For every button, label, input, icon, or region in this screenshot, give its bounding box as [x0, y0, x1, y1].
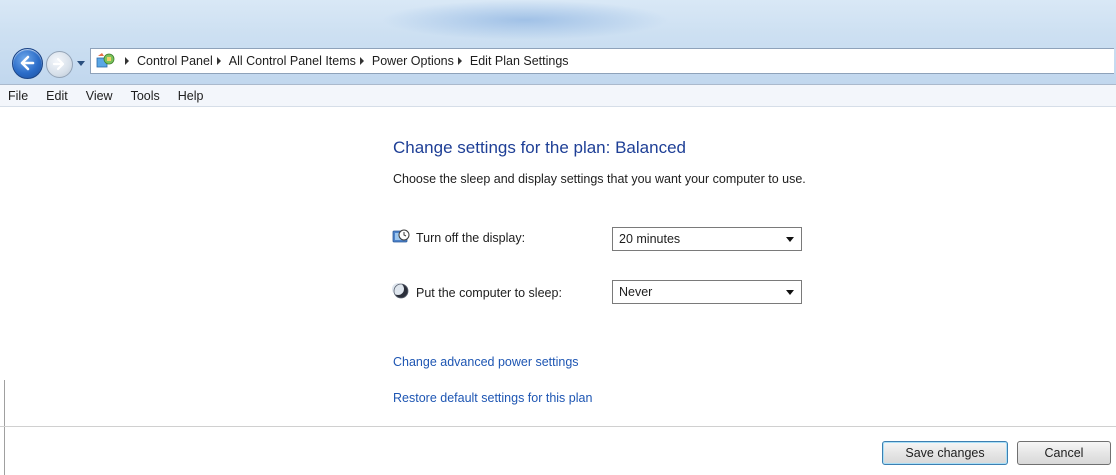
forward-arrow-icon	[52, 57, 65, 71]
page-title: Change settings for the plan: Balanced	[393, 138, 686, 157]
save-changes-button[interactable]: Save changes	[882, 441, 1008, 465]
breadcrumb-item[interactable]: Control Panel	[121, 54, 213, 68]
display-label: Turn off the display:	[416, 231, 526, 245]
sleep-label: Put the computer to sleep:	[416, 286, 562, 300]
breadcrumb-item[interactable]: Edit Plan Settings	[454, 54, 569, 68]
display-timeout-value: 20 minutes	[619, 232, 681, 246]
menu-view[interactable]: View	[78, 89, 123, 103]
forward-button[interactable]	[46, 51, 73, 78]
recent-pages-dropdown-icon[interactable]	[76, 58, 86, 68]
menu-tools[interactable]: Tools	[123, 89, 170, 103]
menu-edit[interactable]: Edit	[38, 89, 78, 103]
menu-help[interactable]: Help	[170, 89, 214, 103]
control-panel-icon	[96, 53, 115, 68]
chevron-down-icon	[786, 290, 794, 295]
breadcrumb-arrow-icon[interactable]	[457, 57, 462, 65]
address-bar[interactable]: Control Panel All Control Panel Items Po…	[90, 48, 1114, 74]
menu-bar: File Edit View Tools Help	[0, 84, 1116, 107]
display-timer-icon	[392, 229, 410, 243]
back-arrow-icon	[20, 55, 35, 71]
footer-divider	[0, 426, 1116, 427]
sleep-timeout-value: Never	[619, 285, 653, 299]
breadcrumb-arrow-icon[interactable]	[125, 57, 129, 65]
breadcrumb-arrow-icon[interactable]	[359, 57, 364, 65]
display-timeout-select[interactable]: 20 minutes	[612, 227, 802, 251]
breadcrumb-item[interactable]: Power Options	[356, 54, 454, 68]
back-button[interactable]	[12, 48, 43, 79]
moon-icon	[392, 283, 409, 299]
sleep-timeout-select[interactable]: Never	[612, 280, 802, 304]
page-description: Choose the sleep and display settings th…	[393, 172, 806, 186]
cancel-button[interactable]: Cancel	[1017, 441, 1111, 465]
menu-file[interactable]: File	[0, 89, 38, 103]
window-edge	[4, 380, 5, 475]
breadcrumb: Control Panel All Control Panel Items Po…	[121, 49, 569, 73]
chevron-down-icon	[786, 237, 794, 242]
breadcrumb-arrow-icon[interactable]	[216, 57, 221, 65]
advanced-settings-link[interactable]: Change advanced power settings	[393, 355, 579, 369]
restore-defaults-link[interactable]: Restore default settings for this plan	[393, 391, 592, 405]
breadcrumb-item[interactable]: All Control Panel Items	[213, 54, 356, 68]
